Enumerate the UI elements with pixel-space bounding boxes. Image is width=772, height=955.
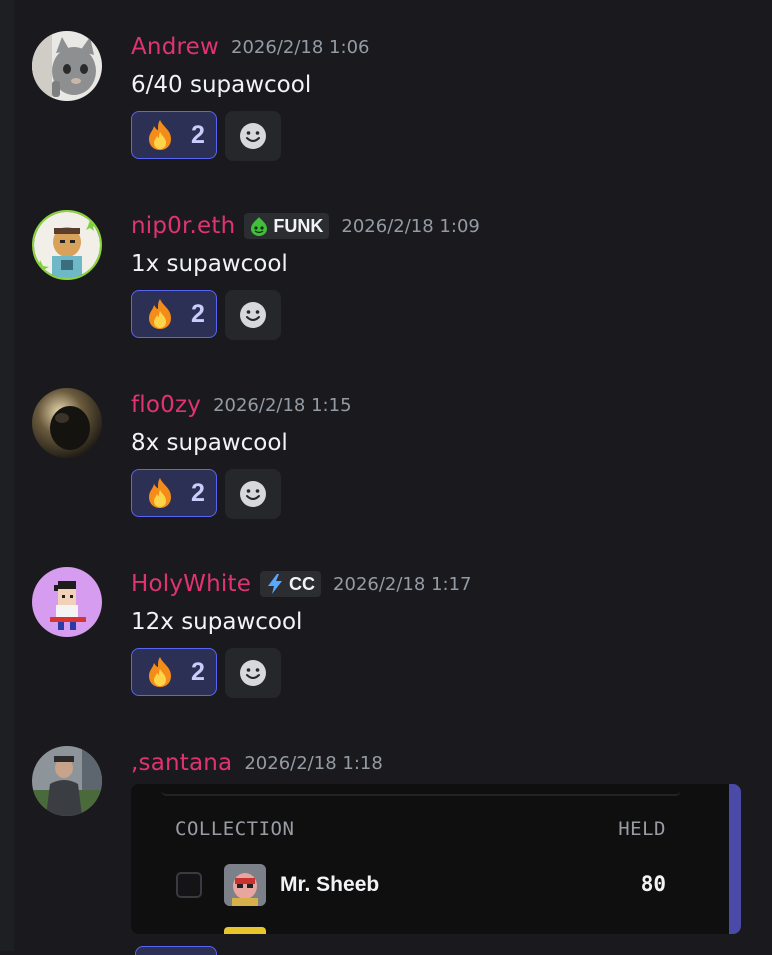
timestamp: 2026/2/18 1:18 [244, 752, 383, 774]
message-header: ,santana 2026/2/18 1:18 [131, 748, 383, 778]
reactions: 2 [131, 111, 281, 161]
tiger-avatar-image [34, 212, 100, 278]
row-checkbox[interactable] [176, 872, 202, 898]
reaction-count: 2 [191, 299, 205, 328]
embed-divider [161, 784, 681, 796]
smiley-icon [240, 481, 266, 507]
fire-icon [149, 120, 172, 150]
message-content: 1x supawcool [131, 251, 288, 277]
timestamp: 2026/2/18 1:09 [341, 215, 480, 237]
message-content: 12x supawcool [131, 609, 303, 635]
reactions: 2 [131, 290, 281, 340]
cat-avatar-image [32, 31, 102, 101]
message-header: Andrew 2026/2/18 1:06 [131, 32, 369, 62]
add-reaction-button[interactable] [225, 290, 281, 340]
reactions: 2 [131, 648, 281, 698]
holdings-embed: COLLECTION HELD Mr. Sheeb 80 [131, 784, 741, 934]
reaction-fire[interactable]: 2 [131, 648, 217, 696]
add-reaction-button[interactable] [225, 469, 281, 519]
fire-icon [149, 478, 172, 508]
photo-avatar-image [32, 746, 102, 816]
held-count: 80 [640, 872, 666, 896]
green-slime-icon [251, 217, 268, 236]
sheeb-thumbnail-image [224, 864, 266, 906]
tag-label: FUNK [273, 215, 324, 236]
add-reaction-button[interactable] [225, 111, 281, 161]
timestamp: 2026/2/18 1:06 [231, 36, 370, 58]
embed-accent-bar [729, 784, 741, 934]
pixel-avatar-image [32, 567, 102, 637]
reaction-fire[interactable]: 2 [131, 469, 217, 517]
username[interactable]: Andrew [131, 34, 219, 60]
message-content: 6/40 supawcool [131, 72, 312, 98]
avatar[interactable] [32, 31, 102, 101]
avatar[interactable] [32, 388, 102, 458]
message-header: HolyWhite CC 2026/2/18 1:17 [131, 569, 471, 599]
collection-thumbnail [224, 927, 266, 934]
username[interactable]: ,santana [131, 750, 232, 776]
fire-icon [149, 657, 172, 687]
avatar[interactable] [32, 567, 102, 637]
avatar[interactable] [32, 210, 102, 280]
message-header: nip0r.eth FUNK 2026/2/18 1:09 [131, 211, 480, 241]
lightning-icon [268, 574, 283, 594]
reaction-count: 2 [191, 478, 205, 507]
username[interactable]: nip0r.eth [131, 213, 235, 239]
reaction-fire[interactable]: 2 [131, 290, 217, 338]
message-content: 8x supawcool [131, 430, 288, 456]
add-reaction-button[interactable] [225, 648, 281, 698]
username[interactable]: flo0zy [131, 392, 201, 418]
reaction-fire[interactable]: 2 [131, 111, 217, 159]
guild-tag[interactable]: CC [260, 571, 322, 597]
message-header: flo0zy 2026/2/18 1:15 [131, 390, 352, 420]
collection-name[interactable]: Mr. Sheeb [280, 873, 379, 897]
reaction-count: 2 [191, 120, 205, 149]
smiley-icon [240, 123, 266, 149]
smiley-icon [240, 660, 266, 686]
collection-thumbnail [224, 864, 266, 906]
timestamp: 2026/2/18 1:15 [213, 394, 352, 416]
column-header-collection: COLLECTION [175, 818, 295, 840]
channel-edge [0, 0, 14, 951]
guild-tag[interactable]: FUNK [244, 213, 330, 239]
smiley-icon [240, 302, 266, 328]
dark-avatar-image [32, 388, 102, 458]
column-header-held: HELD [618, 818, 666, 840]
reaction-count: 2 [191, 657, 205, 686]
reactions: 2 [131, 469, 281, 519]
fire-icon [149, 299, 172, 329]
username[interactable]: HolyWhite [131, 571, 251, 597]
timestamp: 2026/2/18 1:17 [333, 573, 472, 595]
tag-label: CC [289, 573, 316, 594]
avatar[interactable] [32, 746, 102, 816]
